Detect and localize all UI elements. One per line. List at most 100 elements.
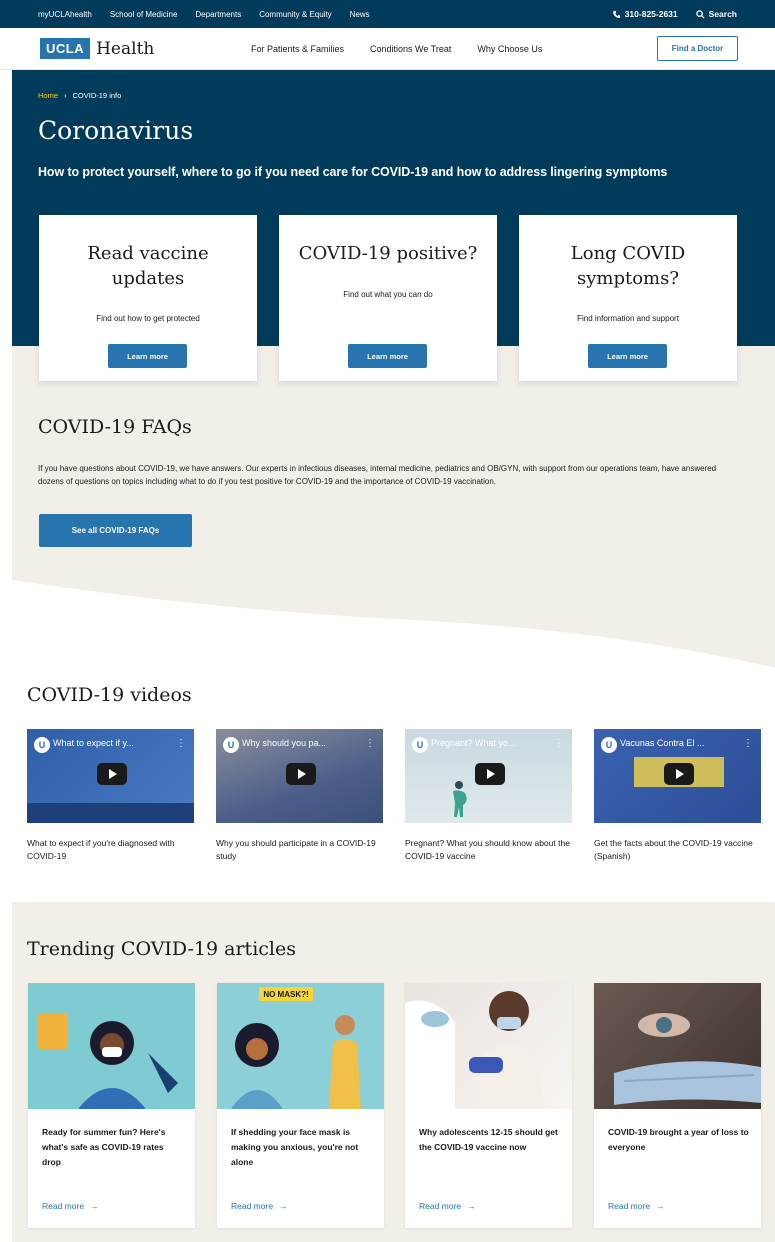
utility-links: myUCLAhealth School of Medicine Departme… [38, 10, 370, 19]
card-title: Read vaccine updates [39, 241, 257, 291]
card-text: Find out what you can do [343, 290, 433, 299]
article-card[interactable]: COVID-19 brought a year of loss to every… [594, 983, 761, 1228]
card-covid-positive: COVID-19 positive? Find out what you can… [279, 215, 497, 381]
play-icon[interactable] [286, 763, 316, 785]
utility-bar: myUCLAhealth School of Medicine Departme… [0, 0, 775, 28]
read-more-label: Read more [231, 1201, 274, 1211]
article-image [405, 983, 572, 1109]
utility-right: 310-825-2631 Search [612, 9, 737, 19]
wave-divider [12, 560, 775, 670]
breadcrumb-current: COVID-19 info [72, 91, 122, 100]
card-title-line: symptoms? [576, 268, 680, 289]
video-caption[interactable]: Pregnant? What you should know about the… [405, 837, 572, 863]
utility-link-news[interactable]: News [350, 10, 370, 19]
channel-icon: U [34, 737, 50, 753]
article-image [594, 983, 761, 1109]
video-card: U What to expect if y... ⋮ What to expec… [27, 729, 194, 863]
main-nav: For Patients & Families Conditions We Tr… [251, 44, 542, 54]
learn-more-button[interactable]: Learn more [348, 344, 427, 368]
utility-link-community-equity[interactable]: Community & Equity [259, 10, 331, 19]
video-thumb-title: Pregnant? What yo... [431, 738, 516, 748]
nav-item-conditions[interactable]: Conditions We Treat [370, 44, 451, 54]
video-thumbnail[interactable]: U What to expect if y... ⋮ [27, 729, 194, 823]
play-icon[interactable] [475, 763, 505, 785]
card-title-line: COVID-19 positive? [298, 243, 478, 264]
video-thumbnail[interactable]: U Vacunas Contra El ... ⋮ [594, 729, 761, 823]
video-card: U Why should you pa... ⋮ Why you should … [216, 729, 383, 863]
video-thumb-title: Why should you pa... [242, 738, 327, 748]
read-more-link[interactable]: Read more → [608, 1201, 665, 1211]
article-title: Why adolescents 12-15 should get the COV… [419, 1127, 558, 1152]
card-text: Find out how to get protected [96, 314, 200, 323]
summer-illustration [38, 1013, 178, 1109]
card-title-line: Long COVID [570, 243, 686, 264]
learn-more-button[interactable]: Learn more [108, 344, 187, 368]
video-thumbnail[interactable]: U Pregnant? What yo... ⋮ [405, 729, 572, 823]
card-title: Long COVID symptoms? [519, 241, 737, 291]
see-all-faqs-button[interactable]: See all COVID-19 FAQs [39, 514, 192, 547]
search-label: Search [708, 9, 737, 19]
breadcrumb: Home › COVID-19 info [38, 91, 121, 100]
utility-link-departments[interactable]: Departments [195, 10, 241, 19]
hero-left-gutter [0, 70, 12, 346]
arrow-right-icon: → [279, 1201, 288, 1211]
play-icon[interactable] [97, 763, 127, 785]
phone-link[interactable]: 310-825-2631 [612, 9, 678, 19]
video-caption[interactable]: Get the facts about the COVID-19 vaccine… [594, 837, 761, 863]
ucla-health-logo[interactable]: UCLA Health [40, 38, 154, 59]
page-subtitle: How to protect yourself, where to go if … [38, 165, 668, 179]
learn-more-button[interactable]: Learn more [588, 344, 667, 368]
article-image [28, 983, 195, 1109]
arrow-right-icon: → [467, 1201, 476, 1211]
read-more-link[interactable]: Read more → [419, 1201, 476, 1211]
video-thumb-title: Vacunas Contra El ... [620, 738, 705, 748]
more-options-icon[interactable]: ⋮ [365, 738, 375, 749]
article-title: If shedding your face mask is making you… [231, 1127, 359, 1167]
video-card: U Vacunas Contra El ... ⋮ Get the facts … [594, 729, 761, 863]
more-options-icon[interactable]: ⋮ [743, 738, 753, 749]
article-card[interactable]: Why adolescents 12-15 should get the COV… [405, 983, 572, 1228]
search-link[interactable]: Search [695, 9, 737, 19]
logo-box: UCLA [40, 38, 91, 59]
breadcrumb-separator-icon: › [64, 91, 67, 100]
page-title: Coronavirus [38, 116, 194, 145]
more-options-icon[interactable]: ⋮ [176, 738, 186, 749]
read-more-link[interactable]: Read more → [231, 1201, 288, 1211]
video-thumbnail[interactable]: U Why should you pa... ⋮ [216, 729, 383, 823]
article-card[interactable]: Ready for summer fun? Here's what's safe… [28, 983, 195, 1228]
article-card[interactable]: NO MASK?! If shedding your face mask is … [217, 983, 384, 1228]
phone-icon [612, 10, 620, 18]
trending-title: Trending COVID-19 articles [27, 938, 296, 960]
pregnant-figure-icon [453, 781, 467, 817]
mask-portrait-photo [614, 1013, 761, 1105]
site-header: UCLA Health For Patients & Families Cond… [0, 28, 775, 70]
logo-text: Health [96, 38, 155, 59]
nav-item-patients-families[interactable]: For Patients & Families [251, 44, 344, 54]
article-title: Ready for summer fun? Here's what's safe… [42, 1127, 166, 1167]
arrow-right-icon: → [90, 1201, 99, 1211]
channel-icon: U [223, 737, 239, 753]
card-title-line: updates [111, 268, 185, 289]
read-more-link[interactable]: Read more → [42, 1201, 99, 1211]
article-title: COVID-19 brought a year of loss to every… [608, 1127, 749, 1152]
play-icon[interactable] [664, 763, 694, 785]
card-title: COVID-19 positive? [279, 241, 497, 266]
video-thumb-title: What to expect if y... [53, 738, 134, 748]
nav-item-why-choose-us[interactable]: Why Choose Us [477, 44, 542, 54]
video-caption[interactable]: Why you should participate in a COVID-19… [216, 837, 383, 863]
utility-link-myuclahealth[interactable]: myUCLAhealth [38, 10, 92, 19]
faq-title: COVID-19 FAQs [38, 416, 192, 438]
read-more-label: Read more [419, 1201, 462, 1211]
arrow-right-icon: → [656, 1201, 665, 1211]
find-a-doctor-button[interactable]: Find a Doctor [657, 36, 738, 61]
breadcrumb-home[interactable]: Home [38, 91, 58, 100]
utility-link-school-of-medicine[interactable]: School of Medicine [110, 10, 178, 19]
video-caption[interactable]: What to expect if you're diagnosed with … [27, 837, 194, 863]
search-icon [695, 9, 705, 19]
phone-number: 310-825-2631 [624, 9, 678, 19]
videos-title: COVID-19 videos [27, 684, 192, 706]
more-options-icon[interactable]: ⋮ [554, 738, 564, 749]
read-more-label: Read more [42, 1201, 85, 1211]
channel-icon: U [412, 737, 428, 753]
card-text: Find information and support [577, 314, 679, 323]
